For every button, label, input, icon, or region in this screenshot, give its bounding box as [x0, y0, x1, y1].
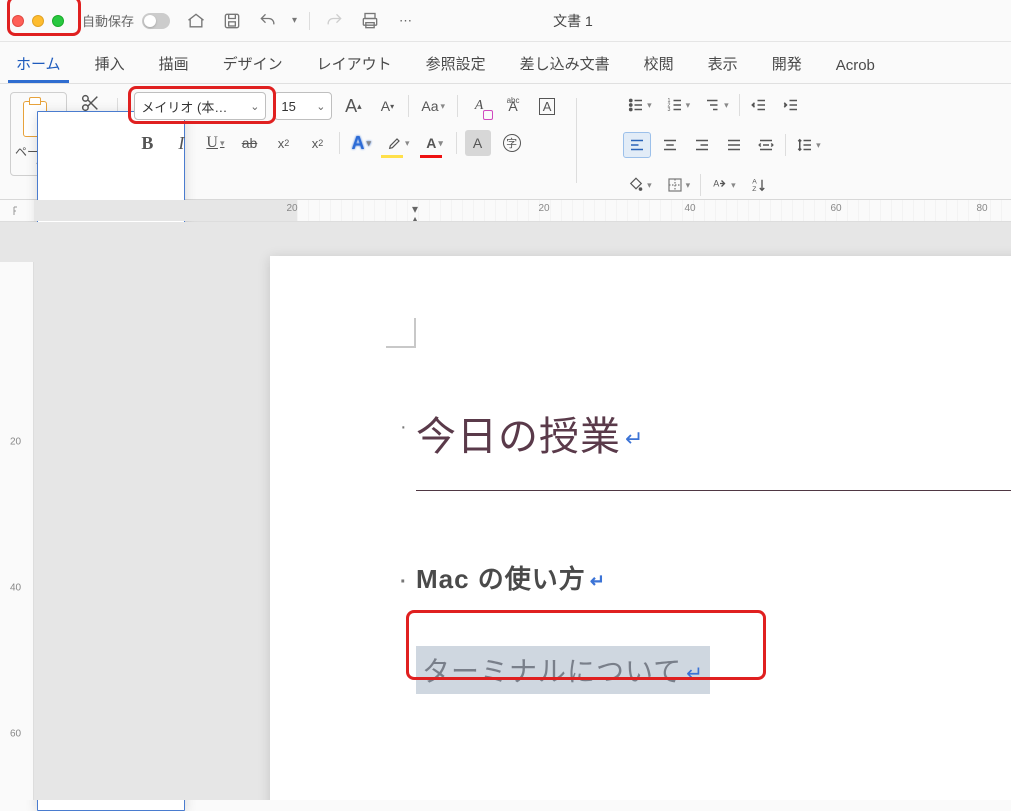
doc-heading-1[interactable]: 今日の授業↵ — [416, 404, 1011, 462]
subscript-button[interactable]: x2 — [271, 130, 297, 156]
borders-button[interactable] — [662, 172, 695, 198]
undo-dropdown-caret[interactable]: ▾ — [292, 15, 297, 26]
character-border-button[interactable]: A — [534, 93, 560, 119]
toolbar-separator — [309, 12, 310, 30]
print-icon[interactable] — [358, 9, 382, 33]
shrink-font-button[interactable]: A▾ — [374, 93, 400, 119]
clipboard-icon — [21, 97, 57, 141]
paragraph-mark-icon: ↵ — [625, 426, 644, 451]
text-direction-button[interactable]: A — [707, 172, 740, 198]
svg-text:Z: Z — [752, 186, 756, 193]
paragraph-mark-icon: ↵ — [590, 571, 606, 591]
home-icon[interactable] — [184, 9, 208, 33]
align-justify-button[interactable] — [721, 132, 747, 158]
increase-indent-button[interactable] — [778, 92, 804, 118]
autosave-control[interactable]: 自動保存 — [82, 11, 170, 30]
vertical-ruler[interactable]: 20 40 60 — [0, 222, 34, 800]
ruler-mark: 60 — [10, 729, 21, 740]
italic-button[interactable]: I — [168, 130, 194, 156]
line-spacing-button[interactable] — [792, 132, 825, 158]
tab-review[interactable]: 校閲 — [636, 47, 682, 83]
tab-design[interactable]: デザイン — [215, 47, 291, 83]
title-underline — [416, 490, 1011, 491]
document-canvas[interactable]: 今日の授業↵ Mac の使い方↵ ターミナルについて↵ — [34, 222, 1011, 800]
multilevel-list-button[interactable] — [700, 92, 733, 118]
font-size-select[interactable]: 15 ⌄ — [274, 92, 332, 120]
text-effects-button[interactable]: A — [348, 130, 376, 156]
ruler-mark: 60 — [830, 203, 841, 214]
ruler-mark: 80 — [976, 203, 987, 214]
undo-icon[interactable] — [256, 9, 280, 33]
paste-button[interactable]: ペースト ▾ — [10, 92, 67, 176]
bold-button[interactable]: B — [134, 130, 160, 156]
close-window-button[interactable] — [12, 15, 24, 27]
dropdown-caret-icon: ⌄ — [250, 100, 259, 113]
tab-acrobat[interactable]: Acrob — [828, 51, 883, 83]
heading-text: 今日の授業 — [416, 415, 621, 459]
ribbon-home: ペースト ▾ メイリオ (本… ⌄ 15 ⌄ — [0, 84, 1011, 200]
tab-insert[interactable]: 挿入 — [87, 47, 133, 83]
font-color-button[interactable]: A — [422, 130, 448, 156]
sort-button[interactable]: AZ — [746, 172, 772, 198]
clear-formatting-button[interactable]: A — [466, 93, 492, 119]
horizontal-ruler[interactable]: 20 20 40 60 80 ▾ ▴ — [34, 200, 1011, 221]
paragraph-mark-icon: ↵ — [686, 663, 704, 685]
document-page[interactable]: 今日の授業↵ Mac の使い方↵ ターミナルについて↵ — [270, 256, 1011, 800]
heading-text: Mac の使い方 — [416, 564, 586, 594]
character-shading-button[interactable]: A — [465, 130, 491, 156]
svg-text:3: 3 — [667, 107, 670, 113]
dropdown-caret-icon: ⌄ — [316, 100, 325, 113]
ruler-mark: 40 — [10, 583, 21, 594]
align-right-button[interactable] — [689, 132, 715, 158]
margin-corner-icon — [386, 318, 416, 348]
highlight-color-button[interactable] — [383, 130, 414, 156]
document-title: 文書 1 — [553, 11, 593, 31]
enclose-characters-button[interactable]: 字 — [499, 130, 525, 156]
ruler-mark: 20 — [10, 437, 21, 448]
window-controls — [12, 15, 64, 27]
font-name-value: メイリオ (本… — [141, 97, 227, 116]
tab-developer[interactable]: 開発 — [764, 47, 810, 83]
doc-heading-2[interactable]: Mac の使い方↵ — [416, 559, 1011, 596]
ruler-mark: 20 — [286, 203, 297, 214]
strikethrough-button[interactable]: ab — [237, 130, 263, 156]
ruler-mark: 40 — [684, 203, 695, 214]
minimize-window-button[interactable] — [32, 15, 44, 27]
more-icon[interactable]: ⋯ — [394, 9, 418, 33]
font-size-value: 15 — [281, 99, 295, 114]
decrease-indent-button[interactable] — [746, 92, 772, 118]
change-case-button[interactable]: Aa — [417, 93, 449, 119]
tab-references[interactable]: 参照設定 — [418, 47, 494, 83]
maximize-window-button[interactable] — [52, 15, 64, 27]
ruler-corner-icon[interactable] — [0, 200, 34, 221]
redo-icon[interactable] — [322, 9, 346, 33]
save-icon[interactable] — [220, 9, 244, 33]
shading-button[interactable] — [623, 172, 656, 198]
tab-mailings[interactable]: 差し込み文書 — [512, 47, 618, 83]
indent-marker-icon[interactable]: ▴ — [412, 212, 418, 221]
font-name-select[interactable]: メイリオ (本… ⌄ — [134, 92, 266, 120]
superscript-button[interactable]: x2 — [305, 130, 331, 156]
ribbon-tabs: ホーム 挿入 描画 デザイン レイアウト 参照設定 差し込み文書 校閲 表示 開… — [0, 42, 1011, 84]
align-center-button[interactable] — [657, 132, 683, 158]
svg-text:A: A — [752, 179, 757, 186]
underline-button[interactable]: U — [202, 130, 228, 156]
tab-home[interactable]: ホーム — [8, 47, 69, 83]
bullets-button[interactable] — [623, 92, 656, 118]
svg-text:A: A — [713, 179, 719, 189]
autosave-label: 自動保存 — [82, 11, 134, 30]
tab-draw[interactable]: 描画 — [151, 47, 197, 83]
tab-layout[interactable]: レイアウト — [309, 47, 400, 83]
doc-heading-3-selected[interactable]: ターミナルについて↵ — [416, 646, 710, 694]
grow-font-button[interactable]: A▴ — [340, 93, 366, 119]
tab-view[interactable]: 表示 — [700, 47, 746, 83]
numbering-button[interactable]: 123 — [662, 92, 695, 118]
align-left-button[interactable] — [623, 132, 651, 158]
distributed-button[interactable] — [753, 132, 779, 158]
ruler-mark: 20 — [538, 203, 549, 214]
quick-access-toolbar: ▾ ⋯ — [184, 9, 418, 33]
heading-text: ターミナルについて — [422, 656, 682, 687]
phonetic-guide-button[interactable]: abc A — [500, 93, 526, 119]
autosave-switch[interactable] — [142, 13, 170, 29]
